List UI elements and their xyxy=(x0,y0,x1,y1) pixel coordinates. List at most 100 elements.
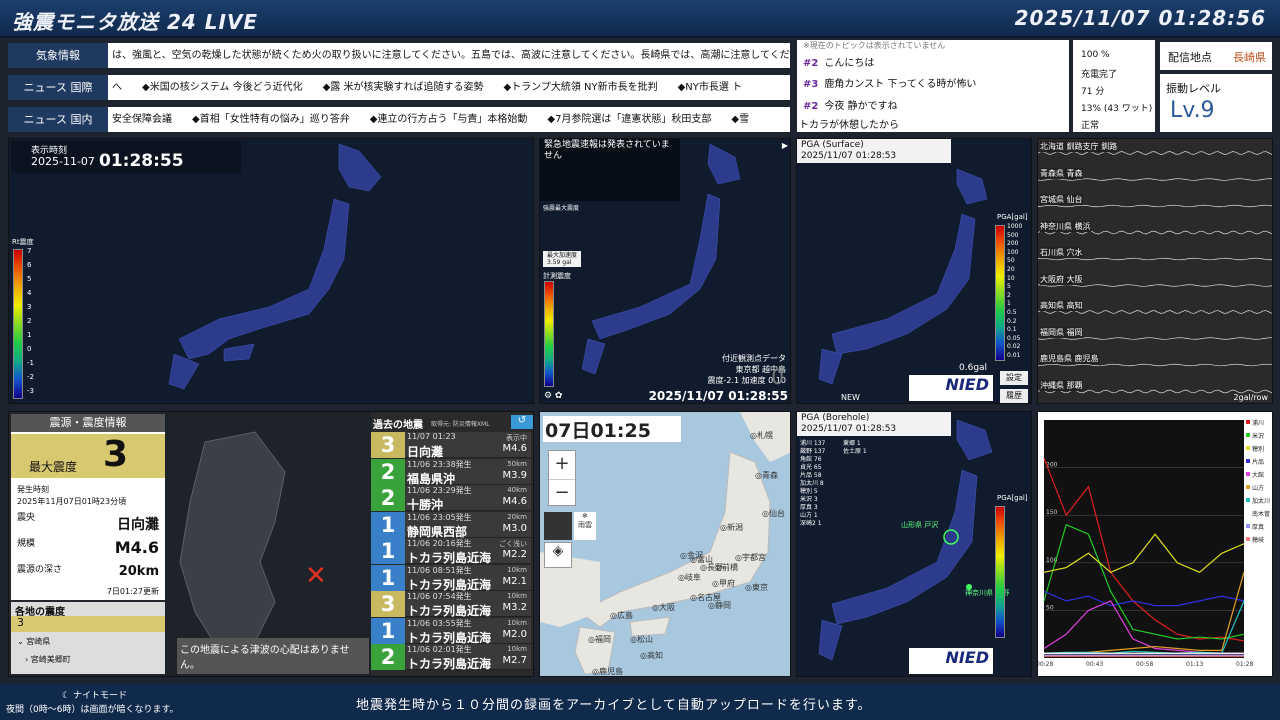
station-label: 沖縄県 那覇 xyxy=(1040,379,1083,391)
past-quake-note: 20km xyxy=(507,512,527,521)
weather-radar-map[interactable]: 07日01:25 + − ❄ 雨雲 ◈ ◎札幌 ◎青森 ◎仙台 ◎新潟 ◎金沢 ◎東京 ◎名古… xyxy=(539,411,791,677)
legend-swatch xyxy=(1246,511,1250,515)
legend-label: 山方 xyxy=(1252,484,1264,492)
legend-label: 厚真 xyxy=(1252,523,1264,531)
legend-label: 穂別 xyxy=(1252,445,1264,453)
scale-tick: 3 xyxy=(27,303,32,311)
city-label: ◎青森 xyxy=(755,471,778,480)
city-label: ◎鹿児島 xyxy=(592,667,623,676)
layer-type-icon[interactable] xyxy=(544,512,572,540)
past-quake-row[interactable]: 3 11/07 01:23 日向灘 M4.6 表示中 xyxy=(371,432,531,459)
past-quake-place: 静岡県西部 xyxy=(407,524,468,539)
past-quake-row[interactable]: 2 11/06 02:01発生 トカラ列島近海 M2.7 10km xyxy=(371,644,531,671)
pga-tick: 0.2 xyxy=(1007,317,1017,325)
borehole-station: 片品 58 xyxy=(800,472,822,479)
station-label: 福岡県 福岡 xyxy=(1040,326,1083,338)
chat-badge: #2 xyxy=(803,58,819,69)
past-quake-row[interactable]: 3 11/06 07:54発生 トカラ列島近海 M3.2 10km xyxy=(371,591,531,618)
city-label: ◎岐阜 xyxy=(678,573,701,582)
legend-label: 南木曽 xyxy=(1252,510,1270,518)
station-label: 宮城県 仙台 xyxy=(1040,194,1083,205)
chart-ytick: 50 xyxy=(1046,604,1054,611)
past-quake-place: 日向灘 xyxy=(407,445,444,459)
pga-tick: 0.5 xyxy=(1007,309,1017,316)
realtime-intensity-map[interactable]: 表示時刻 2025-11-07 01:28:55 Rt震度 7 6 5 4 3 2 1 0 -1… xyxy=(8,138,534,404)
city-label: ◎東京 xyxy=(745,583,768,592)
past-quake-note: 10km xyxy=(507,645,527,653)
past-quake-row[interactable]: 1 11/06 08:51発生 トカラ列島近海 M2.1 10km xyxy=(371,564,531,592)
ticker-text: へ ◆米国の核システム 今後どう近代化 ◆露 米が核実験すれば追随する姿勢 ◆ト… xyxy=(112,82,743,93)
depth-label: 震源の深さ xyxy=(17,565,63,575)
zoom-control: + − xyxy=(548,450,576,506)
ticker-label: ニュース 国内 xyxy=(8,107,108,132)
waveform-line xyxy=(1038,204,1272,208)
pga-tick: 1000 xyxy=(1007,223,1023,230)
pref-name: 宮崎県 xyxy=(26,637,51,646)
max-intensity-label: 強震最大震度 xyxy=(543,205,580,212)
waveform-line xyxy=(1038,337,1272,340)
past-quake-row[interactable]: 2 11/06 23:38発生 福島県沖 M3.9 50km xyxy=(371,458,531,486)
city-label: ◎札幌 xyxy=(750,431,773,440)
past-quake-intensity: 1 xyxy=(371,617,405,644)
layers-icon[interactable]: ◈ xyxy=(544,542,572,568)
borehole-station: 浦川 137 xyxy=(800,440,826,447)
city-label: ◎高知 xyxy=(640,651,663,660)
play-icon[interactable]: ▶ xyxy=(782,141,788,150)
pga-borehole-header: PGA (Borehole) 2025/11/07 01:28:53 xyxy=(797,412,951,436)
eew-map[interactable]: 緊急地震速報は発表されていません 強震最大震度 最大加速度 3.59 gal 計測… xyxy=(539,138,791,404)
rain-snow-button[interactable]: ❄ 雨雲 xyxy=(574,512,596,540)
pga-unit: PGA[gal] xyxy=(997,213,1028,221)
chart-xtick: 00:58 xyxy=(1136,661,1153,668)
chat-message: #3 鹿角カンスト 下ってくる時が怖い xyxy=(803,75,976,90)
delivery-label: 配信地点 xyxy=(1168,51,1212,64)
town-name: 宮崎美郷町 xyxy=(30,655,71,664)
scale-tick: 6 xyxy=(27,261,32,269)
zoom-in-button[interactable]: + xyxy=(549,451,575,479)
city-label: ◎広島 xyxy=(610,611,633,620)
settings-icon[interactable]: ⚙ ✿ xyxy=(544,391,562,401)
past-quake-row[interactable]: 1 11/06 23:05発生 静岡県西部 M3.0 20km xyxy=(371,511,531,539)
refresh-icon[interactable]: ↺ xyxy=(511,415,533,429)
past-quake-row[interactable]: 1 11/06 03:55発生 トカラ列島近海 M2.0 10km xyxy=(371,617,531,645)
delivery-location: 配信地点 長崎県 xyxy=(1160,42,1272,70)
past-quake-note: 50km xyxy=(507,459,527,468)
past-quake-row[interactable]: 2 11/06 23:29発生 十勝沖 M4.6 40km xyxy=(371,485,531,512)
settings-button[interactable]: 設定 xyxy=(1000,371,1028,385)
night-mode-text: ナイトモード xyxy=(72,691,127,701)
past-quake-note: 40km xyxy=(507,486,527,494)
past-quake-date: 11/06 23:29発生 xyxy=(407,486,472,495)
past-quake-intensity: 3 xyxy=(371,432,405,458)
domestic-news-ticker: ニュース 国内 安全保障会議 ◆首相「女性特有の悩み」巡り答弁 ◆連立の行方占う… xyxy=(8,107,790,132)
legend-swatch xyxy=(1246,472,1250,476)
chat-text: 今夜 静かですね xyxy=(824,101,898,112)
town-item[interactable]: › 宮崎美郷町 xyxy=(25,654,71,665)
quake-header: 震源・震度情報 xyxy=(11,414,165,432)
chart-xtick: 00:43 xyxy=(1086,661,1103,668)
city-label: ◎福岡 xyxy=(588,635,611,644)
history-button[interactable]: 履歴 xyxy=(1000,389,1028,403)
pga-label: 最大加速度 xyxy=(547,252,578,259)
borehole-station: 厳野 137 xyxy=(800,448,826,455)
past-quake-row[interactable]: 1 11/06 20:16発生 トカラ列島近海 M2.2 ごく浅い xyxy=(371,538,531,565)
pref-item[interactable]: ⌄ 宮崎県 xyxy=(17,636,50,647)
past-quake-date: 11/06 08:51発生 xyxy=(407,565,472,575)
stat-power: 13% (43 ワット) xyxy=(1081,104,1153,114)
japan-map xyxy=(168,143,382,390)
night-mode-note: 夜間（0時〜6時）は画面が暗くなります。 xyxy=(6,705,179,715)
past-quake-place: トカラ列島近海 xyxy=(407,657,492,671)
past-quake-mag: M4.6 xyxy=(502,496,527,507)
borehole-station-list: 浦川 137 厳野 137 角館 76 貞光 65 片品 58 加太川 8 穂別 5 米沢 3… xyxy=(800,440,825,528)
waveform-panel: 北海道 釧路支庁 釧路 青森県 青森 宮城県 仙台 神奈川県 横浜 石川県 穴水 大阪府 … xyxy=(1037,138,1273,404)
time-value: 2025年11月07日01時23分頃 xyxy=(17,497,127,506)
zoom-out-button[interactable]: − xyxy=(549,479,575,507)
pga-tick: 10 xyxy=(1007,274,1015,282)
legend-swatch xyxy=(1246,459,1250,463)
city-label: ◎甲府 xyxy=(712,579,735,588)
panel-title: PGA (Borehole) xyxy=(801,413,870,423)
borehole-station: 米沢 3 xyxy=(800,496,818,503)
pga-borehole-map[interactable]: PGA (Borehole) 2025/11/07 01:28:53 浦川 13… xyxy=(796,411,1032,677)
waveform-line xyxy=(1038,363,1272,367)
pga-unit: PGA[gal] xyxy=(997,494,1028,502)
pga-surface-map[interactable]: PGA (Surface) 2025/11/07 01:28:53 PGA[ga… xyxy=(796,138,1032,404)
legend-label: 浦川 xyxy=(1252,419,1264,427)
